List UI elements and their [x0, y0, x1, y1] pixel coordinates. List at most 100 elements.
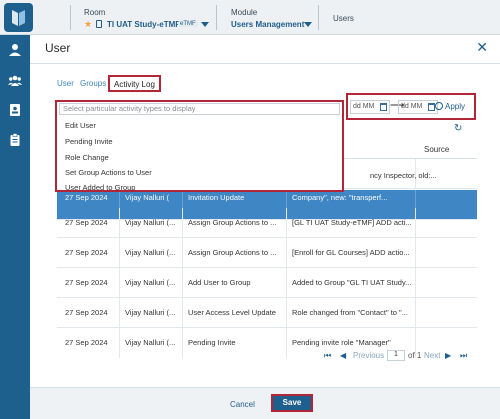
option-user-added-to-group[interactable]: User Added to Group [65, 183, 135, 192]
last-page-icon[interactable]: ⏭ [460, 351, 467, 361]
table-cell-user: Vijay Nalluri (... [125, 278, 176, 287]
column-divider [415, 298, 416, 328]
close-icon[interactable]: ✕ [476, 39, 488, 56]
table-cell-details: [Enroll for GL Courses] ADD actio... [292, 248, 410, 257]
table-row[interactable]: 27 Sep 2024 Vijay Nalluri (... Assign Gr… [57, 208, 477, 238]
apply-button[interactable]: Apply [445, 102, 465, 111]
column-divider [182, 328, 183, 358]
column-divider [182, 268, 183, 298]
column-divider [182, 298, 183, 328]
room-badge: eTMF [178, 21, 198, 27]
table-cell: ncy Inspector, old:... [370, 171, 437, 180]
divider [318, 5, 319, 30]
save-button[interactable]: Save [271, 394, 313, 412]
table-cell: Invitation Update [188, 193, 245, 202]
activity-type-search-input[interactable]: Select particular activity types to disp… [59, 103, 340, 115]
table-cell-date: 27 Sep 2024 [65, 338, 108, 347]
table-cell-action: Assign Group Actions to ... [188, 248, 277, 257]
column-divider [119, 298, 120, 328]
tab-user[interactable]: User [57, 79, 74, 88]
table-cell-details: Role changed from "Contact" to "... [292, 308, 408, 317]
date-from-input[interactable]: dd MM [350, 100, 390, 114]
table-cell: Vijay Nalluri ( [125, 193, 170, 202]
table-cell: 27 Sep 2024 [65, 193, 108, 202]
column-divider [182, 208, 183, 238]
module-label: Module [231, 8, 258, 17]
tab-activity-log[interactable]: Activity Log [108, 75, 161, 92]
table-cell-user: Vijay Nalluri (... [125, 338, 176, 347]
column-divider [286, 238, 287, 268]
column-divider [119, 328, 120, 358]
first-page-icon[interactable]: ⏮ [324, 351, 331, 361]
table-cell-user: Vijay Nalluri (... [125, 248, 176, 257]
date-to-value: dd MM [401, 103, 423, 110]
left-sidebar [0, 35, 30, 419]
previous-page-icon[interactable]: ◀ [340, 351, 346, 360]
table-cell-date: 27 Sep 2024 [65, 218, 108, 227]
table-cell-action: User Access Level Update [188, 308, 276, 317]
calendar-icon[interactable] [428, 103, 435, 111]
date-to-input[interactable]: dd MM [398, 100, 438, 114]
table-cell-action: Assign Group Actions to ... [188, 218, 277, 227]
column-divider [415, 268, 416, 298]
table-cell-action: Pending Invite [188, 338, 236, 347]
contact-book-icon[interactable] [8, 103, 22, 117]
option-set-group-actions[interactable]: Set Group Actions to User [65, 168, 152, 177]
room-label: Room [84, 8, 106, 17]
column-divider [182, 238, 183, 268]
table-row[interactable]: 27 Sep 2024 Vijay Nalluri (... User Acce… [57, 298, 477, 328]
clipboard-icon[interactable] [8, 133, 22, 147]
check-circle-icon[interactable] [435, 102, 443, 110]
column-divider [415, 208, 416, 238]
column-header-source: Source [424, 145, 450, 154]
refresh-icon[interactable]: ↻ [454, 123, 462, 134]
page-label: Users [333, 14, 354, 23]
option-role-change[interactable]: Role Change [65, 153, 109, 162]
date-range-filter: dd MM ⟶ dd MM Apply [346, 93, 476, 120]
room-chevron-down-icon[interactable] [201, 22, 209, 27]
cancel-button[interactable]: Cancel [230, 400, 255, 409]
column-divider [119, 268, 120, 298]
table-cell-details: Added to Group "GL TI UAT Study... [292, 278, 412, 287]
app-logo-icon[interactable] [4, 3, 33, 32]
column-divider [286, 208, 287, 238]
table-row[interactable]: 27 Sep 2024 Vijay Nalluri (... Assign Gr… [57, 238, 477, 268]
lock-icon [96, 20, 102, 28]
column-divider [415, 238, 416, 268]
table-cell-date: 27 Sep 2024 [65, 278, 108, 287]
top-bar: Room ★ TI UAT Study-eTMF eTMF Module Use… [0, 0, 500, 35]
module-selector[interactable]: Users Management [231, 20, 304, 29]
next-button[interactable]: Next [424, 351, 440, 360]
users-group-icon[interactable] [8, 73, 22, 87]
column-divider [119, 238, 120, 268]
user-modal: User ✕ User Groups Activity Log dd MM ⟶ … [30, 35, 500, 419]
table-cell-details: Pending invite role "Manager" [292, 338, 391, 347]
option-pending-invite[interactable]: Pending Invite [65, 137, 113, 146]
room-selector[interactable]: TI UAT Study-eTMF [107, 20, 180, 29]
table-cell: Company", new: "transperf... [292, 193, 388, 202]
modal-title: User [45, 41, 71, 55]
divider [216, 5, 217, 30]
previous-button[interactable]: Previous [353, 351, 384, 360]
table-cell-action: Add User to Group [188, 278, 251, 287]
table-cell-user: Vijay Nalluri (... [125, 308, 176, 317]
column-divider [119, 208, 120, 238]
option-edit-user[interactable]: Edit User [65, 121, 96, 130]
favorite-star-icon[interactable]: ★ [84, 19, 92, 30]
table-cell-user: Vijay Nalluri (... [125, 218, 176, 227]
divider [30, 63, 500, 64]
column-divider [286, 268, 287, 298]
column-divider [286, 328, 287, 358]
table-cell-date: 27 Sep 2024 [65, 248, 108, 257]
page-count: of 1 [408, 351, 422, 360]
tab-groups[interactable]: Groups [80, 79, 106, 88]
next-page-icon[interactable]: ▶ [445, 351, 451, 360]
column-divider [286, 298, 287, 328]
activity-type-dropdown: Select particular activity types to disp… [55, 100, 344, 192]
page-number-input[interactable]: 1 [387, 350, 405, 361]
divider [70, 5, 71, 30]
table-row[interactable]: 27 Sep 2024 Vijay Nalluri (... Add User … [57, 268, 477, 298]
calendar-icon[interactable] [380, 103, 387, 111]
user-icon[interactable] [8, 43, 22, 57]
module-chevron-down-icon[interactable] [304, 22, 312, 27]
